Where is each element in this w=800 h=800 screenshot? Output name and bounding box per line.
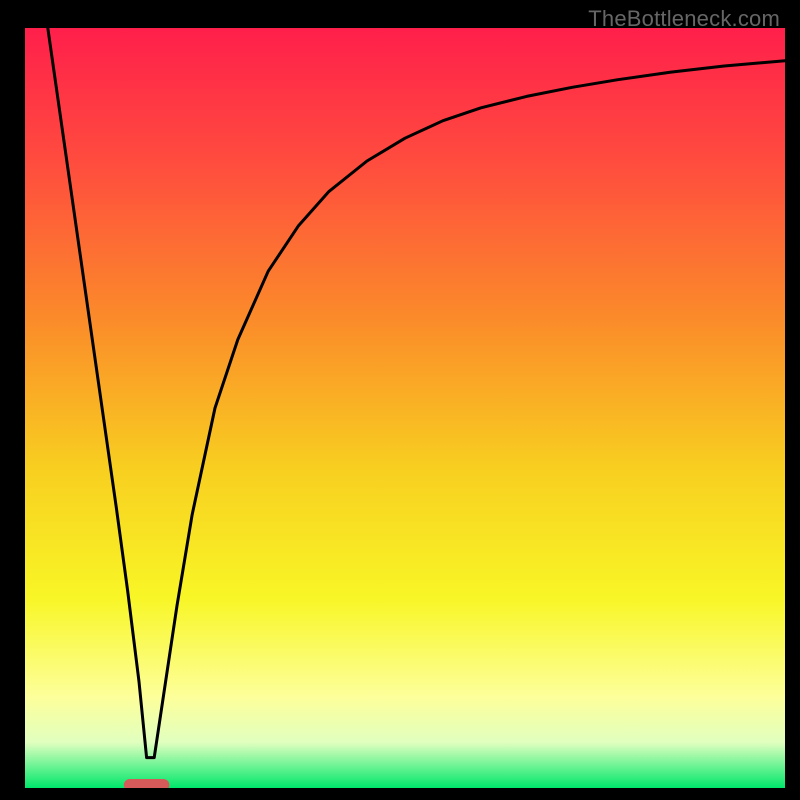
optimal-marker xyxy=(124,779,170,788)
bottleneck-chart xyxy=(25,28,785,788)
attribution-text: TheBottleneck.com xyxy=(588,6,780,32)
